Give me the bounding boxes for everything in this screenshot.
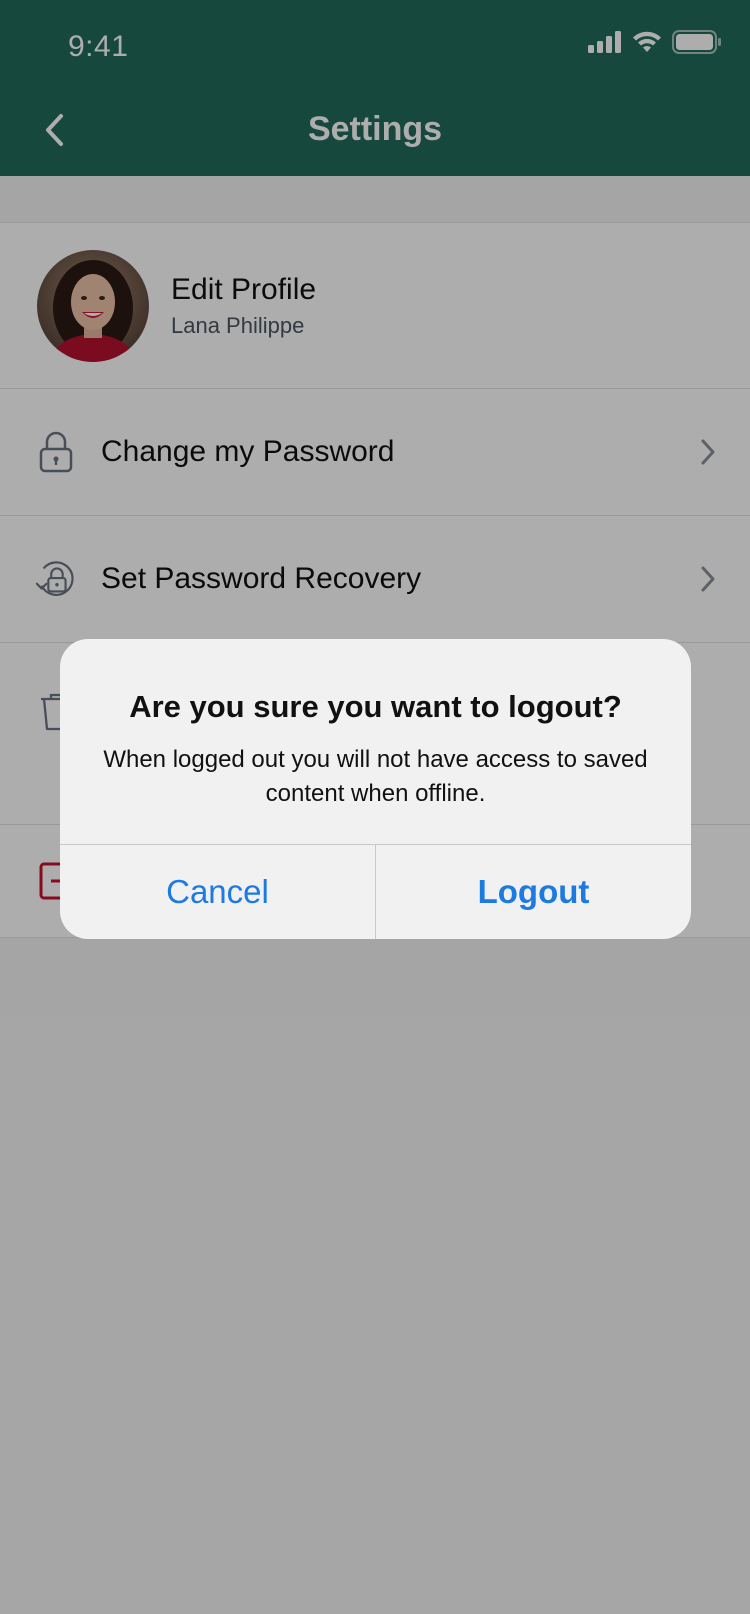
alert-actions: Cancel Logout xyxy=(60,844,691,939)
logout-alert-dialog: Are you sure you want to logout? When lo… xyxy=(60,639,691,939)
alert-title: Are you sure you want to logout? xyxy=(129,689,622,724)
cancel-button[interactable]: Cancel xyxy=(60,845,376,939)
logout-button[interactable]: Logout xyxy=(376,845,691,939)
alert-message: When logged out you will not have access… xyxy=(103,746,648,807)
